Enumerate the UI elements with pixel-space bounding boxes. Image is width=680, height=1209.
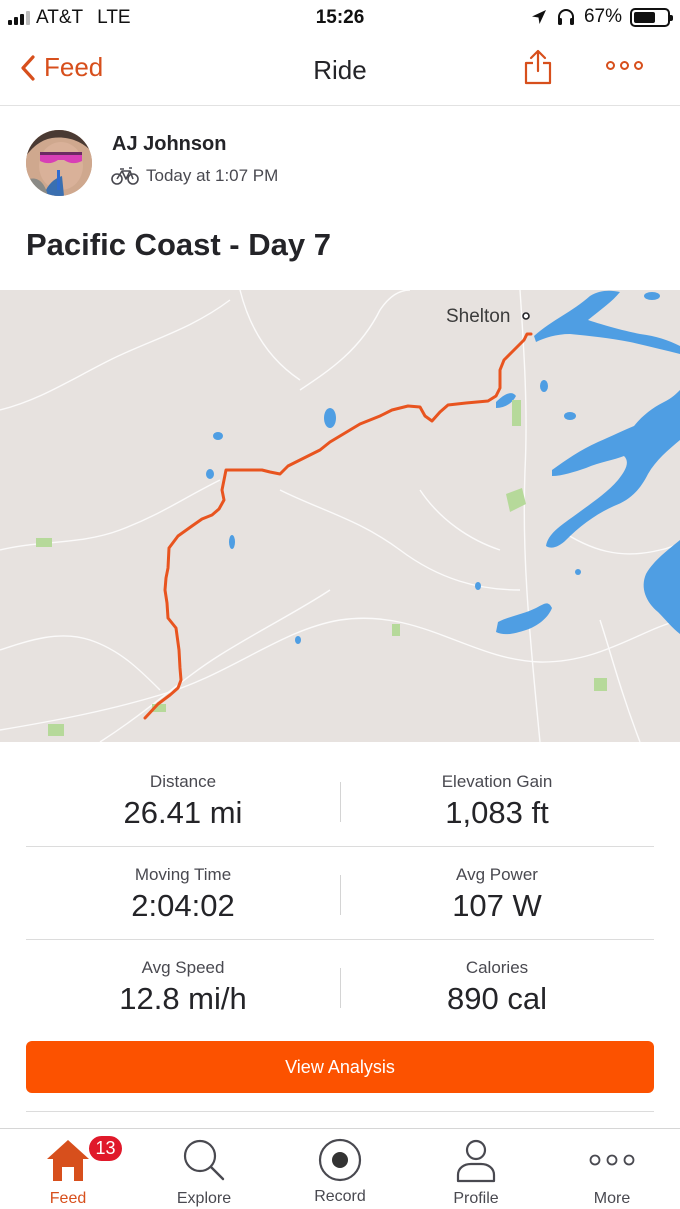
map-place-label: Shelton (446, 306, 511, 327)
tab-label: Profile (453, 1190, 499, 1207)
tab-bar: 13 Feed Explore Record Profile More (0, 1128, 680, 1209)
stat-elevation-gain: Elevation Gain 1,083 ft (340, 772, 654, 831)
more-dot (606, 61, 615, 70)
stat-value: 107 W (452, 888, 542, 923)
status-right: 67% (530, 6, 673, 28)
page-title: Ride (313, 55, 367, 85)
battery-icon (630, 7, 673, 27)
more-icon (589, 1154, 635, 1166)
map-canvas (0, 290, 680, 742)
activity-timestamp: Today at 1:07 PM (146, 166, 279, 185)
tab-label: Feed (49, 1190, 87, 1207)
more-options-button[interactable] (606, 61, 643, 70)
place-marker (522, 312, 530, 320)
stat-label: Moving Time (134, 865, 232, 884)
tab-label: Record (314, 1188, 366, 1205)
battery-fill (634, 11, 656, 23)
more-dot (620, 61, 629, 70)
stat-value: 1,083 ft (445, 795, 549, 830)
record-icon (318, 1138, 362, 1182)
map-water (206, 290, 680, 644)
stats-row: Avg Speed 12.8 mi/h Calories 890 cal (26, 940, 654, 1033)
stat-value: 26.41 mi (123, 795, 243, 830)
activity-title: Pacific Coast - Day 7 (26, 227, 331, 262)
stat-avg-speed: Avg Speed 12.8 mi/h (26, 958, 340, 1017)
activity-meta: Today at 1:07 PM (111, 166, 278, 186)
search-icon (183, 1139, 225, 1181)
route-map[interactable]: Shelton (0, 290, 680, 742)
tab-explore[interactable]: Explore (136, 1129, 272, 1209)
tab-more[interactable]: More (544, 1129, 680, 1209)
tab-profile[interactable]: Profile (408, 1129, 544, 1209)
bike-icon (111, 167, 139, 185)
stat-value: 890 cal (447, 981, 547, 1016)
stats-row: Distance 26.41 mi Elevation Gain 1,083 f… (26, 754, 654, 847)
share-icon (524, 49, 552, 85)
stat-label: Avg Speed (141, 958, 225, 977)
avatar-photo (26, 130, 92, 196)
avatar[interactable] (26, 130, 92, 196)
stats-row: Moving Time 2:04:02 Avg Power 107 W (26, 847, 654, 940)
home-icon (47, 1140, 89, 1181)
headphones-icon (557, 9, 574, 25)
tab-label: More (593, 1190, 631, 1207)
stat-value: 12.8 mi/h (119, 981, 247, 1016)
tab-feed[interactable]: 13 Feed (0, 1129, 136, 1209)
notification-badge: 13 (87, 1134, 124, 1163)
location-arrow-icon (531, 10, 546, 24)
stat-moving-time: Moving Time 2:04:02 (26, 865, 340, 924)
tab-label: Explore (176, 1190, 232, 1207)
view-analysis-button[interactable]: View Analysis (26, 1041, 654, 1093)
nav-bar: Feed Ride (0, 36, 680, 106)
profile-icon (456, 1139, 496, 1183)
stat-label: Avg Power (456, 865, 538, 884)
stats-grid: Distance 26.41 mi Elevation Gain 1,083 f… (26, 754, 654, 1033)
battery-percent: 67% (583, 6, 622, 27)
athlete-name[interactable]: AJ Johnson (112, 133, 226, 156)
stat-label: Calories (465, 958, 529, 977)
stat-value: 2:04:02 (131, 888, 235, 923)
more-dot (634, 61, 643, 70)
stat-distance: Distance 26.41 mi (26, 772, 340, 831)
stat-label: Distance (149, 772, 217, 791)
section-divider (26, 1111, 654, 1112)
stat-label: Elevation Gain (441, 772, 553, 791)
share-button[interactable] (522, 48, 554, 91)
stat-avg-power: Avg Power 107 W (340, 865, 654, 924)
stat-calories: Calories 890 cal (340, 958, 654, 1017)
status-bar: AT&T LTE 15:26 67% (0, 0, 680, 36)
tab-record[interactable]: Record (272, 1129, 408, 1209)
route-line (143, 332, 533, 720)
